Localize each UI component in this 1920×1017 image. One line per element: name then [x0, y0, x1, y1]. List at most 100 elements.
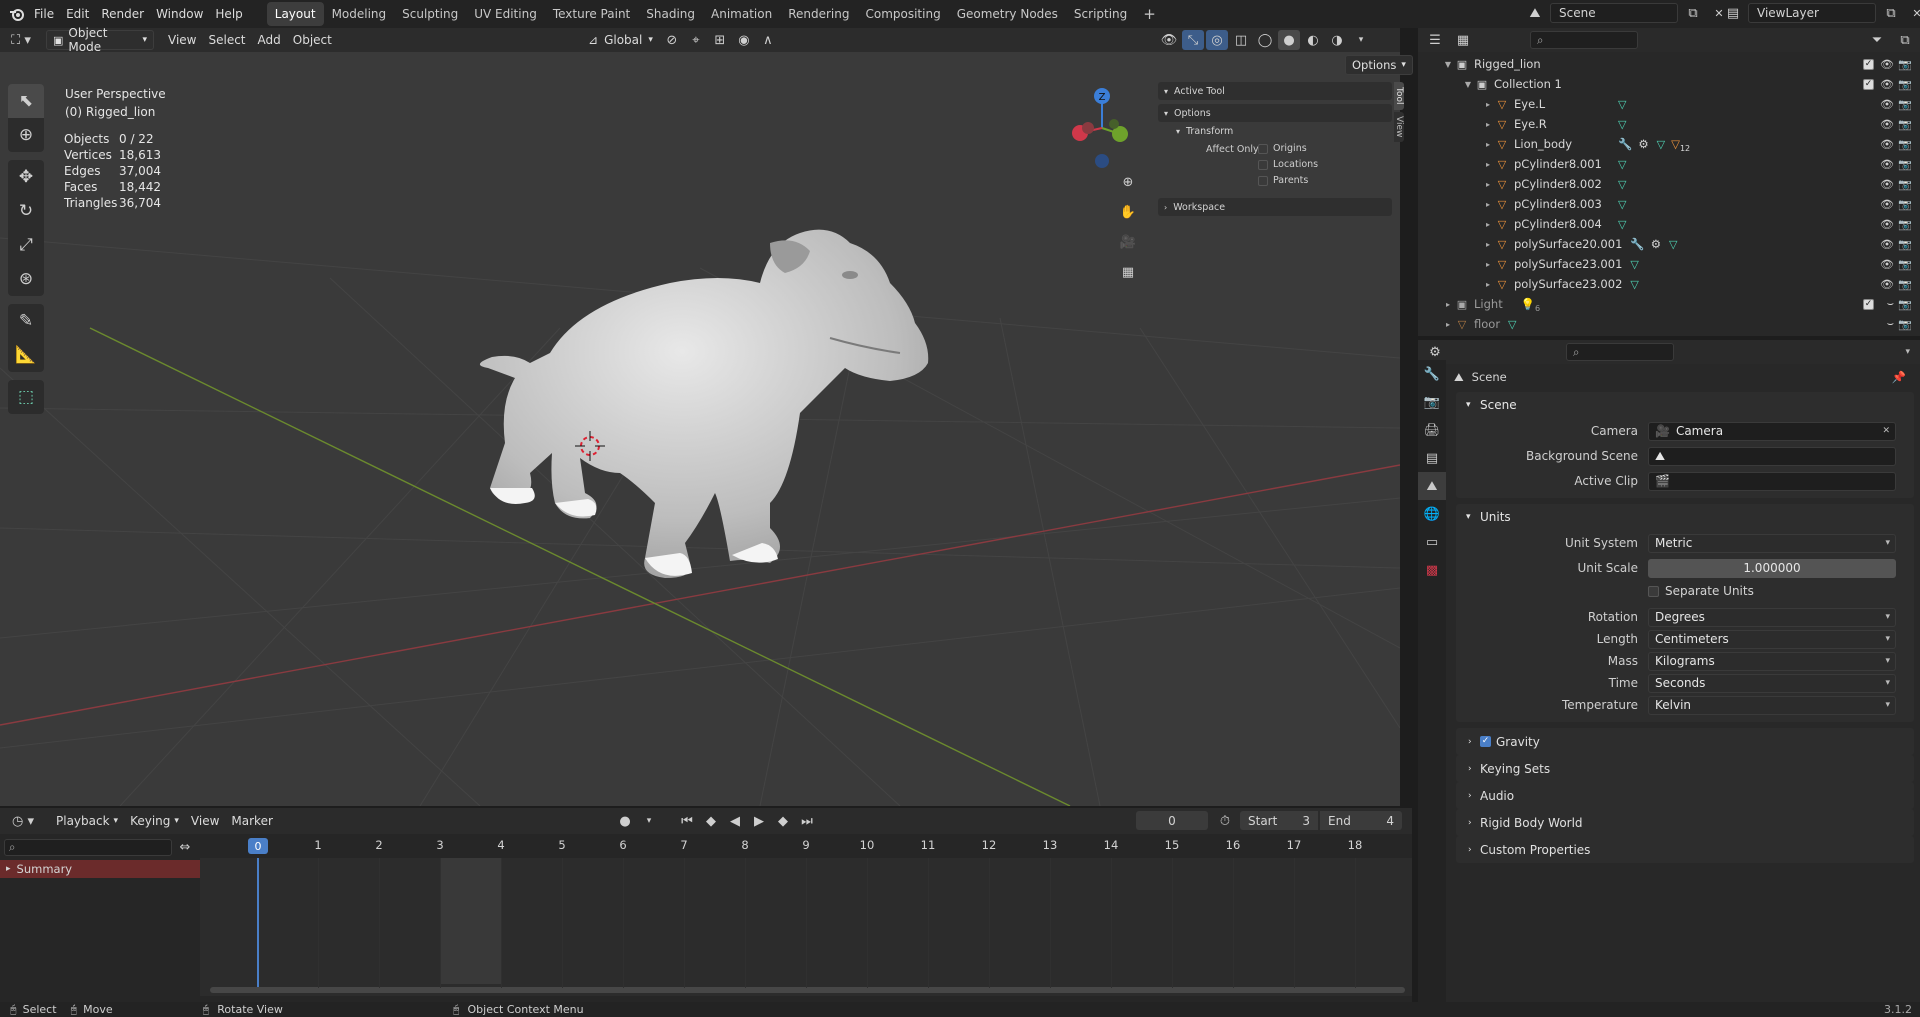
unit-scale-field[interactable]: 1.000000: [1648, 558, 1896, 578]
render-camera-icon[interactable]: 📷: [1898, 98, 1912, 111]
menu-view[interactable]: View: [162, 30, 202, 50]
render-camera-icon[interactable]: 📷: [1898, 318, 1912, 331]
tab-uv-editing[interactable]: UV Editing: [466, 2, 545, 26]
menu-marker[interactable]: Marker: [225, 811, 278, 831]
render-camera-icon[interactable]: 📷: [1898, 78, 1912, 91]
chevron-down-icon[interactable]: ▾: [1905, 347, 1910, 357]
properties-editor-icon[interactable]: ⚙: [1424, 342, 1446, 362]
options-dropdown[interactable]: Options ▾: [1345, 55, 1413, 75]
outliner-row-object[interactable]: ▸ ▽ polySurface20.001 🔧 ⚙ ▽ 👁 📷: [1418, 234, 1920, 254]
background-scene-field[interactable]: ⛰: [1648, 446, 1896, 466]
origins-checkbox[interactable]: Origins: [1258, 143, 1307, 154]
tab-shading[interactable]: Shading: [638, 2, 703, 26]
expand-icon[interactable]: ▸: [1442, 300, 1454, 309]
units-panel-header[interactable]: ▾ Units: [1456, 504, 1914, 530]
expand-icon[interactable]: ▸: [1482, 120, 1494, 129]
tab-modeling[interactable]: Modeling: [324, 2, 395, 26]
shading-options-icon[interactable]: ▾: [1350, 30, 1372, 50]
view-layer-icon[interactable]: ▤: [1722, 3, 1744, 23]
outliner-row-floor[interactable]: ▸ ▽ floor ▽ ⌣ 📷: [1418, 314, 1920, 334]
tab-texture-paint[interactable]: Texture Paint: [545, 2, 638, 26]
outliner-row-object[interactable]: ▸ ▽ Eye.R ▽ 👁 📷: [1418, 114, 1920, 134]
channel-search-input[interactable]: ⌕: [4, 838, 172, 856]
eye-icon[interactable]: 👁: [1880, 258, 1894, 271]
menu-edit[interactable]: Edit: [60, 0, 95, 28]
active-tool-header[interactable]: ▾ Active Tool: [1158, 82, 1392, 100]
visibility-icon[interactable]: 👁: [1158, 30, 1180, 50]
tab-tool[interactable]: Tool: [1394, 82, 1404, 110]
outliner-row-object[interactable]: ▸ ▽ pCylinder8.003 ▽ 👁 📷: [1418, 194, 1920, 214]
new-view-layer-icon[interactable]: ⧉: [1880, 3, 1902, 23]
keying-sets-panel-header[interactable]: › Keying Sets: [1456, 755, 1914, 782]
render-camera-icon[interactable]: 📷: [1898, 218, 1912, 231]
playhead-frame[interactable]: 0: [248, 838, 268, 854]
rendered-shading-icon[interactable]: ◑: [1326, 30, 1348, 50]
eye-icon[interactable]: 👁: [1880, 58, 1894, 71]
gravity-checkbox[interactable]: ✓: [1480, 736, 1491, 747]
render-camera-icon[interactable]: 📷: [1898, 138, 1912, 151]
timeline-area[interactable]: 1 2 3 4 5 6 7 8 9 10 11 12 13 14 15 16 17 18 0: [200, 834, 1412, 996]
expand-icon[interactable]: ▸: [1482, 140, 1494, 149]
eye-icon[interactable]: 👁: [1880, 218, 1894, 231]
pivot-icon[interactable]: ⊘: [661, 30, 683, 50]
locations-checkbox[interactable]: Locations: [1258, 159, 1318, 170]
clear-icon[interactable]: ✕: [1882, 426, 1890, 436]
menu-render[interactable]: Render: [95, 0, 150, 28]
play-icon[interactable]: ▶: [748, 811, 770, 831]
snap-target-icon[interactable]: ⊞: [709, 30, 731, 50]
texture-tab-icon[interactable]: ▩: [1418, 556, 1446, 584]
eye-icon[interactable]: 👁: [1880, 278, 1894, 291]
tab-compositing[interactable]: Compositing: [857, 2, 948, 26]
render-camera-icon[interactable]: 📷: [1898, 158, 1912, 171]
jump-start-icon[interactable]: ⏮: [676, 811, 698, 831]
camera-view-icon[interactable]: 🎥: [1115, 231, 1141, 253]
expand-icon[interactable]: ▸: [1482, 200, 1494, 209]
expand-icon[interactable]: ▸: [1482, 180, 1494, 189]
material-shading-icon[interactable]: ◐: [1302, 30, 1324, 50]
transform-orientation-dropdown[interactable]: ⊿ Global ▾: [582, 30, 659, 50]
outliner-row-light[interactable]: ▸ ▣ Light 💡 6 ✓ ⌣ 📷: [1418, 294, 1920, 314]
xray-icon[interactable]: ◫: [1230, 30, 1252, 50]
blender-logo-icon[interactable]: [6, 4, 28, 24]
object-mode-dropdown[interactable]: ▣ Object Mode ▾: [46, 26, 154, 54]
play-reverse-icon[interactable]: ◀: [724, 811, 746, 831]
rotation-dropdown[interactable]: Degrees ▾: [1648, 607, 1896, 627]
menu-add[interactable]: Add: [252, 30, 287, 50]
tab-geometry-nodes[interactable]: Geometry Nodes: [949, 2, 1066, 26]
menu-window[interactable]: Window: [150, 0, 209, 28]
collection-tab-icon[interactable]: ▭: [1418, 528, 1446, 556]
jump-end-icon[interactable]: ⏭: [796, 811, 818, 831]
tab-view[interactable]: View: [1394, 112, 1404, 142]
ortho-grid-icon[interactable]: ▦: [1115, 261, 1141, 283]
eye-icon[interactable]: 👁: [1880, 98, 1894, 111]
editor-type-icon[interactable]: ⛶ ▾: [6, 30, 36, 50]
proportional-edit-icon[interactable]: ◉: [733, 30, 755, 50]
menu-playback[interactable]: Playback ▾: [50, 811, 124, 831]
render-camera-icon[interactable]: 📷: [1898, 178, 1912, 191]
tab-sculpting[interactable]: Sculpting: [394, 2, 466, 26]
properties-search-input[interactable]: ⌕: [1566, 343, 1674, 361]
eye-icon[interactable]: 👁: [1880, 158, 1894, 171]
menu-file[interactable]: File: [28, 0, 60, 28]
outliner-row-collection[interactable]: ▼ ▣ Collection 1 ✓ 👁 📷: [1418, 74, 1920, 94]
temperature-dropdown[interactable]: Kelvin ▾: [1648, 695, 1896, 715]
audio-panel-header[interactable]: › Audio: [1456, 782, 1914, 809]
next-keyframe-icon[interactable]: ◆: [772, 811, 794, 831]
transform-tool-icon[interactable]: ⊛: [8, 262, 44, 296]
workspace-header[interactable]: › Workspace: [1158, 198, 1392, 216]
eye-closed-icon[interactable]: ⌣: [1887, 297, 1894, 311]
record-icon[interactable]: ●: [614, 811, 636, 831]
add-cube-tool-icon[interactable]: ⬚: [8, 380, 44, 414]
length-dropdown[interactable]: Centimeters ▾: [1648, 629, 1896, 649]
eye-icon[interactable]: 👁: [1880, 198, 1894, 211]
expand-icon[interactable]: ▸: [1482, 240, 1494, 249]
outliner-row-root[interactable]: ▼ ▣ Rigged_lion ✓ 👁 📷: [1418, 54, 1920, 74]
view-layer-tab-icon[interactable]: ▤: [1418, 444, 1446, 472]
time-dropdown[interactable]: Seconds ▾: [1648, 673, 1896, 693]
custom-properties-panel-header[interactable]: › Custom Properties: [1456, 836, 1914, 863]
tab-scripting[interactable]: Scripting: [1066, 2, 1135, 26]
gizmo-toggle-icon[interactable]: ⤡: [1182, 30, 1204, 50]
outliner-row-object[interactable]: ▸ ▽ pCylinder8.002 ▽ 👁 📷: [1418, 174, 1920, 194]
expand-icon[interactable]: ▸: [1482, 160, 1494, 169]
outliner-row-object[interactable]: ▸ ▽ Lion_body 🔧 ⚙ ▽ ▽ 12 👁 📷: [1418, 134, 1920, 154]
